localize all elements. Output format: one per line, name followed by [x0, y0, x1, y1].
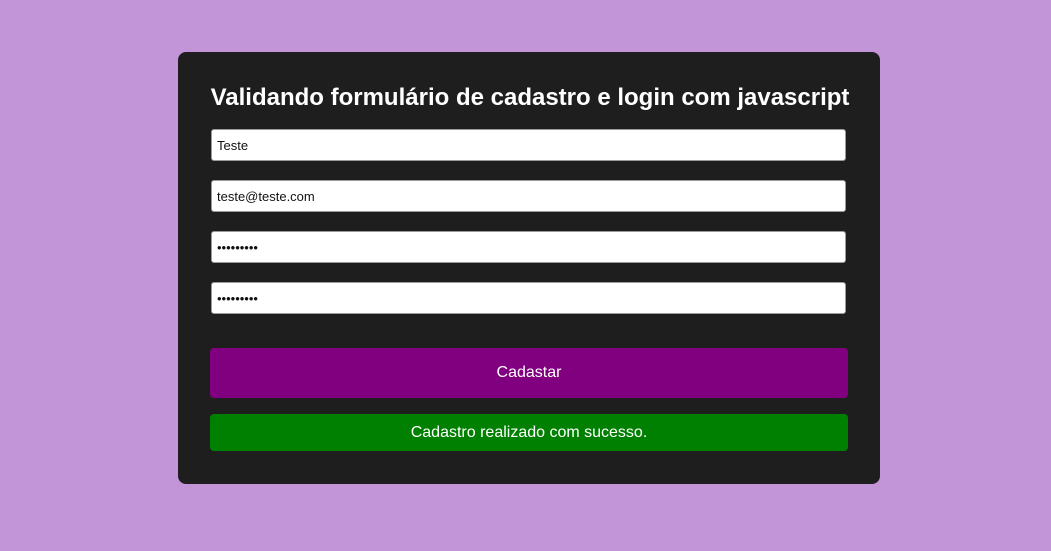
confirm-password-field[interactable]	[211, 282, 846, 314]
signup-form-card: Validando formulário de cadastro e login…	[178, 52, 880, 484]
password-field[interactable]	[211, 231, 846, 263]
success-message: Cadastro realizado com sucesso.	[210, 414, 848, 451]
signup-button[interactable]: Cadastar	[210, 348, 848, 398]
name-field[interactable]	[211, 129, 846, 161]
email-field[interactable]	[211, 180, 846, 212]
form-title: Validando formulário de cadastro e login…	[210, 84, 850, 111]
